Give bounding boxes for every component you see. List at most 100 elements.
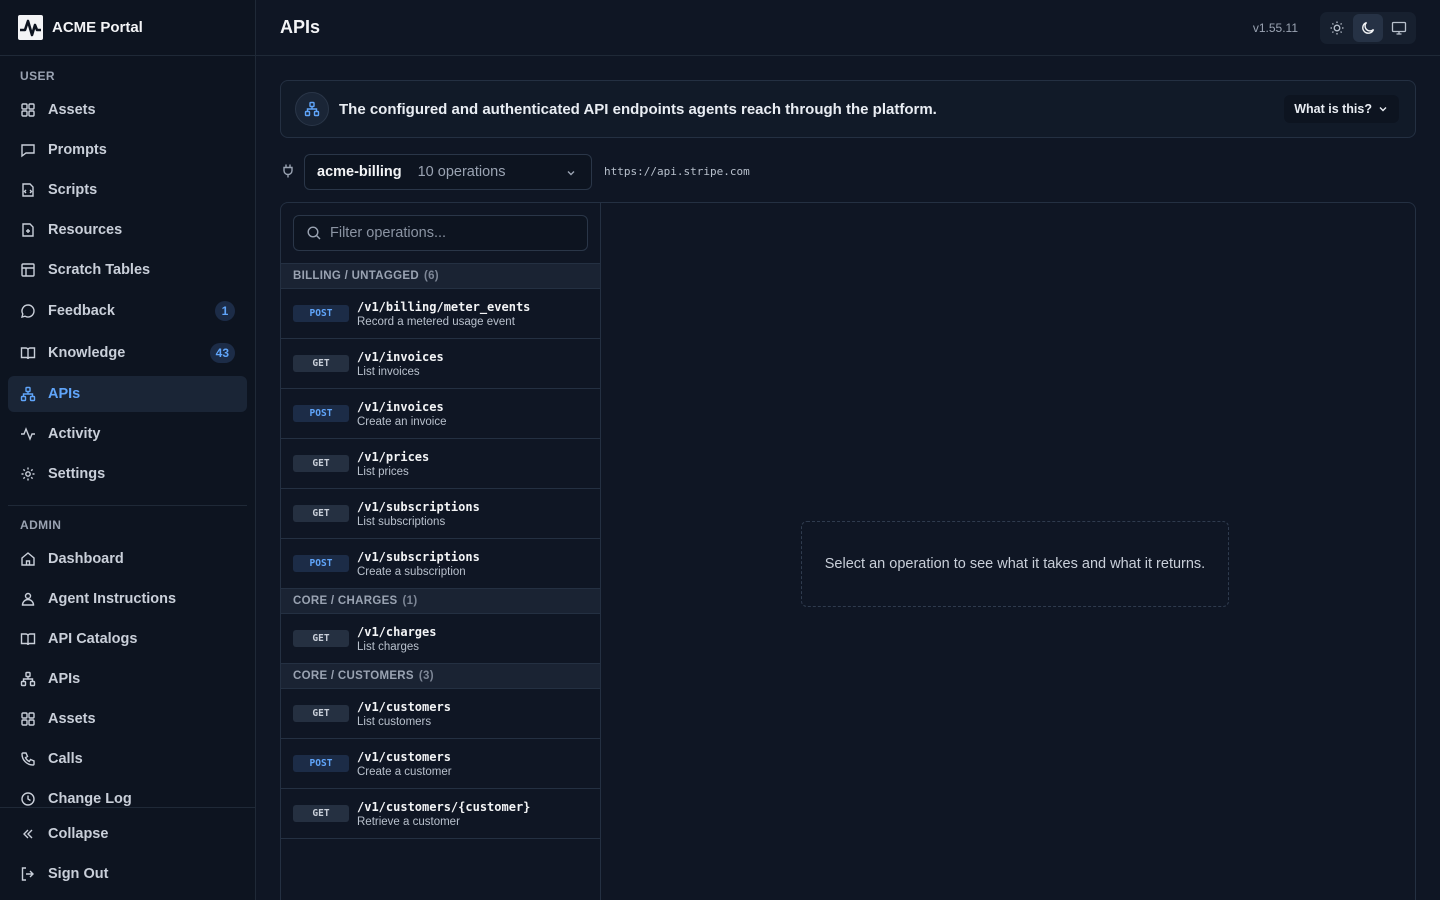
operation-path: /v1/invoices bbox=[357, 349, 444, 364]
method-badge: GET bbox=[293, 805, 349, 822]
moon-icon bbox=[1362, 21, 1375, 34]
filter-operations-input[interactable] bbox=[330, 225, 570, 241]
method-badge: GET bbox=[293, 505, 349, 522]
method-badge: POST bbox=[293, 555, 349, 572]
activity-icon bbox=[20, 426, 36, 442]
theme-switcher bbox=[1320, 12, 1416, 44]
group-name: CORE / CUSTOMERS bbox=[293, 670, 414, 682]
operation-description: Create a customer bbox=[357, 765, 452, 778]
operation-path: /v1/billing/meter_events bbox=[357, 299, 531, 314]
sidebar-item-calls[interactable]: Calls bbox=[8, 741, 247, 777]
sidebar-item-label: Assets bbox=[48, 102, 96, 118]
method-badge: GET bbox=[293, 705, 349, 722]
operation-path: /v1/charges bbox=[357, 624, 437, 639]
sidebar-item-settings[interactable]: Settings bbox=[8, 456, 247, 492]
light-theme-button[interactable] bbox=[1322, 14, 1352, 42]
sidebar-item-api-catalogs[interactable]: API Catalogs bbox=[8, 621, 247, 657]
operation-row[interactable]: GET /v1/charges List charges bbox=[281, 614, 600, 664]
operation-row[interactable]: POST /v1/invoices Create an invoice bbox=[281, 389, 600, 439]
sidebar-item-dashboard[interactable]: Dashboard bbox=[8, 541, 247, 577]
sign-out-button[interactable]: Sign Out bbox=[8, 856, 247, 892]
knowledge-count-badge: 43 bbox=[209, 343, 235, 363]
acme-logo-icon bbox=[18, 15, 43, 40]
clock-icon bbox=[20, 791, 36, 807]
chevron-down-icon bbox=[1379, 107, 1387, 112]
what-is-this-button[interactable]: What is this? bbox=[1284, 95, 1399, 123]
sidebar-item-label: Activity bbox=[48, 426, 101, 442]
sidebar-item-resources[interactable]: Resources bbox=[8, 212, 247, 248]
sidebar-item-admin-assets[interactable]: Assets bbox=[8, 701, 247, 737]
method-badge: POST bbox=[293, 305, 349, 322]
operation-description: List customers bbox=[357, 715, 432, 728]
group-count: (1) bbox=[402, 595, 418, 607]
what-is-this-label: What is this? bbox=[1294, 102, 1372, 116]
network-icon bbox=[295, 92, 329, 126]
chevron-down-icon bbox=[567, 171, 575, 176]
method-badge: GET bbox=[293, 455, 349, 472]
sidebar-item-scripts[interactable]: Scripts bbox=[8, 172, 247, 208]
code-icon bbox=[20, 182, 36, 198]
sun-icon bbox=[1330, 21, 1344, 35]
method-badge: GET bbox=[293, 355, 349, 372]
collapse-button[interactable]: Collapse bbox=[8, 816, 247, 852]
operation-row[interactable]: GET /v1/subscriptions List subscriptions bbox=[281, 489, 600, 539]
sidebar-item-agent-instructions[interactable]: Agent Instructions bbox=[8, 581, 247, 617]
sidebar-item-label: Prompts bbox=[48, 142, 107, 158]
admin-section-title: ADMIN bbox=[20, 518, 62, 532]
method-badge: GET bbox=[293, 630, 349, 647]
gear-icon bbox=[20, 466, 36, 482]
sidebar-item-label: Agent Instructions bbox=[48, 591, 177, 607]
sidebar-item-label: Feedback bbox=[48, 303, 115, 319]
dark-theme-button[interactable] bbox=[1352, 14, 1383, 42]
feedback-count-badge: 1 bbox=[215, 301, 235, 321]
sidebar-item-activity[interactable]: Activity bbox=[8, 416, 247, 452]
sidebar-item-label: Settings bbox=[48, 466, 106, 482]
home-icon bbox=[20, 551, 36, 567]
api-name: acme-billing bbox=[317, 164, 402, 180]
method-badge: POST bbox=[293, 405, 349, 422]
operation-row[interactable]: GET /v1/prices List prices bbox=[281, 439, 600, 489]
sidebar-item-label: APIs bbox=[48, 671, 81, 687]
group-count: (6) bbox=[423, 270, 439, 282]
group-count: (3) bbox=[418, 670, 434, 682]
sidebar-item-label: Knowledge bbox=[48, 345, 126, 361]
operation-description: Create a subscription bbox=[357, 565, 466, 578]
sidebar-item-assets[interactable]: Assets bbox=[8, 92, 247, 128]
sidebar-item-prompts[interactable]: Prompts bbox=[8, 132, 247, 168]
operation-row[interactable]: POST /v1/billing/meter_events Record a me… bbox=[281, 289, 600, 339]
agent-icon bbox=[20, 591, 36, 607]
operation-description: List charges bbox=[357, 640, 420, 653]
group-name: BILLING / UNTAGGED bbox=[293, 270, 419, 282]
sidebar-item-scratch-tables[interactable]: Scratch Tables bbox=[8, 252, 247, 288]
brand[interactable]: ACME Portal bbox=[0, 0, 255, 56]
group-header-core-charges[interactable]: CORE / CHARGES (1) bbox=[281, 588, 600, 614]
operation-path: /v1/customers bbox=[357, 699, 451, 714]
network-icon bbox=[20, 386, 36, 402]
sidebar-item-knowledge[interactable]: Knowledge 43 bbox=[8, 335, 247, 371]
version-label: v1.55.11 bbox=[1252, 20, 1298, 35]
sign-out-label: Sign Out bbox=[48, 866, 109, 882]
filter-operations bbox=[293, 215, 588, 251]
group-header-core-customers[interactable]: CORE / CUSTOMERS (3) bbox=[281, 663, 600, 689]
sidebar-item-admin-apis[interactable]: APIs bbox=[8, 661, 247, 697]
sidebar-item-feedback[interactable]: Feedback 1 bbox=[8, 293, 247, 329]
file-plus-icon bbox=[20, 222, 36, 238]
api-operation-count: 10 operations bbox=[417, 164, 506, 180]
group-header-billing-untagged[interactable]: BILLING / UNTAGGED (6) bbox=[281, 263, 600, 289]
book-open-icon bbox=[20, 345, 36, 361]
api-select[interactable]: acme-billing 10 operations bbox=[304, 154, 592, 190]
sidebar-item-label: Change Log bbox=[48, 791, 132, 807]
operation-row[interactable]: GET /v1/customers List customers bbox=[281, 689, 600, 739]
operation-path: /v1/customers bbox=[357, 749, 451, 764]
operation-row[interactable]: POST /v1/subscriptions Create a subscript… bbox=[281, 539, 600, 589]
sidebar-item-apis[interactable]: APIs bbox=[8, 376, 247, 412]
operation-row[interactable]: GET /v1/customers/{customer} Retrieve a c… bbox=[281, 789, 600, 839]
system-theme-button[interactable] bbox=[1384, 14, 1414, 42]
sidebar-item-label: APIs bbox=[48, 386, 81, 402]
sidebar-item-label: Resources bbox=[48, 222, 123, 238]
operation-path: /v1/invoices bbox=[357, 399, 444, 414]
brand-name: ACME Portal bbox=[52, 19, 143, 36]
operation-row[interactable]: POST /v1/customers Create a customer bbox=[281, 739, 600, 789]
operation-row[interactable]: GET /v1/invoices List invoices bbox=[281, 339, 600, 389]
operation-description: Retrieve a customer bbox=[357, 815, 460, 828]
